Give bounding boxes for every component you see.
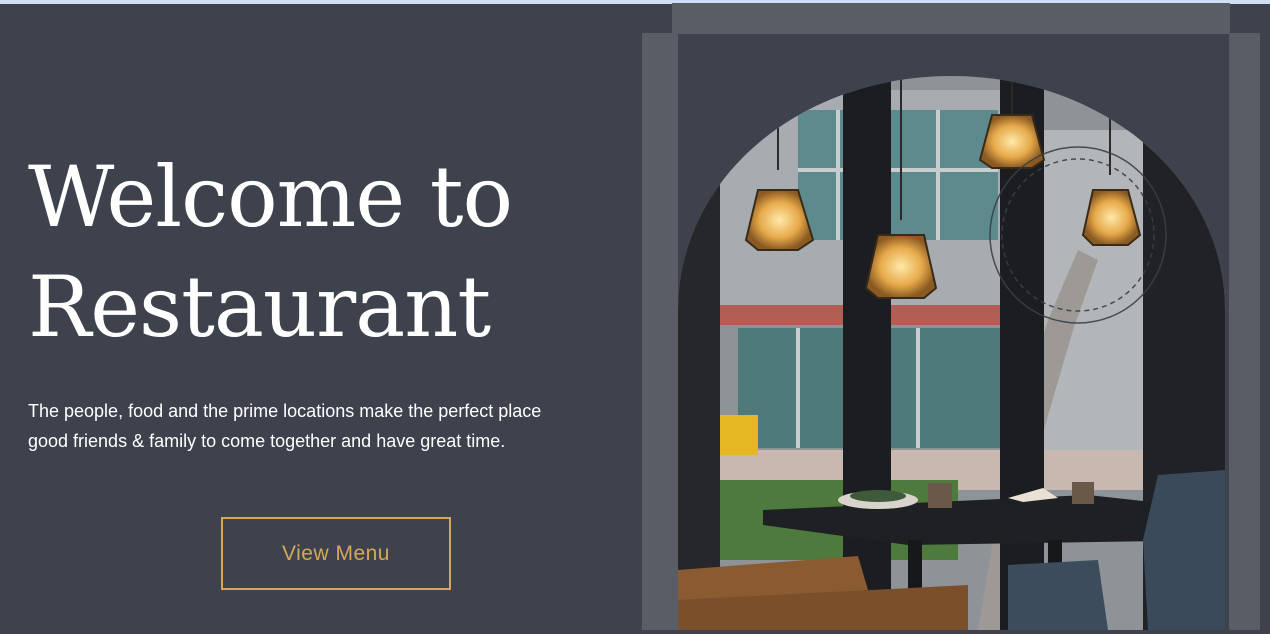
decorative-frame-right [1229, 33, 1260, 630]
hero-title: Welcome to Restaurant [28, 142, 628, 362]
restaurant-interior-image [678, 70, 1225, 630]
view-menu-button[interactable]: View Menu [221, 517, 451, 590]
hero-title-line-1: Welcome to [28, 148, 513, 246]
hero-description: The people, food and the prime locations… [28, 396, 638, 456]
hero-title-line-2: Restaurant [28, 258, 491, 356]
decorative-frame-top [672, 3, 1230, 34]
decorative-frame-left [642, 33, 678, 630]
hero-description-line-1: The people, food and the prime locations… [28, 401, 542, 421]
hero-description-line-2: good friends & family to come together a… [28, 431, 506, 451]
